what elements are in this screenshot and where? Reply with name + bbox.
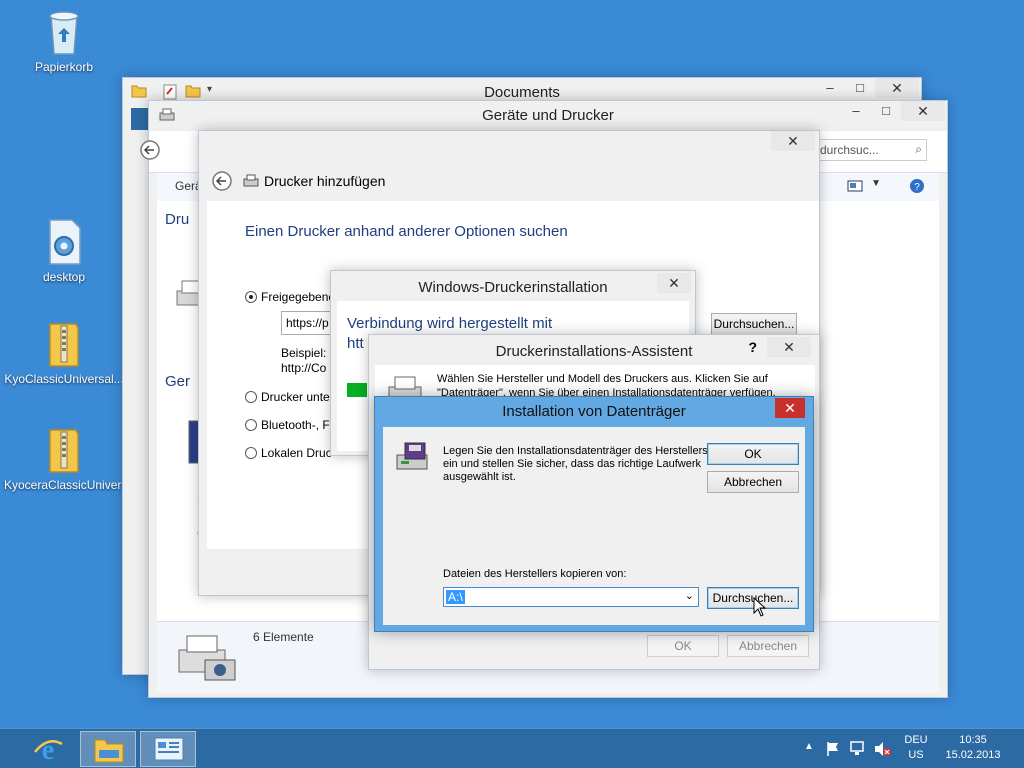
search-icon[interactable]: ⌕ [915,142,922,157]
keyboard-layout: US [908,749,924,761]
desktop-icon-label: Papierkorb [34,60,94,74]
chevron-down-icon[interactable]: ⌄ [685,589,694,602]
example-label: Beispiel: \ [281,346,334,360]
taskbar-control-panel[interactable] [140,731,196,767]
install-from-disk-title: Installation von Datenträger [502,403,686,420]
close-button[interactable]: ✕ [775,398,805,418]
devices-title: Geräte und Drucker [482,107,614,124]
view-dropdown-icon[interactable]: ▼ [871,178,881,189]
progress-bar [347,383,367,397]
file-explorer-icon [94,739,124,763]
taskbar-internet-explorer[interactable]: e [20,731,76,767]
option-label-tcpip[interactable]: Drucker unter [261,390,334,404]
help-button[interactable]: ? [748,339,757,355]
mouse-cursor-icon [753,597,767,617]
radio-bluetooth[interactable] [245,419,257,431]
option-label-local[interactable]: Lokalen Druc [261,446,332,460]
back-arrow-icon[interactable] [139,139,161,161]
wizard-instruction-line1: Wählen Sie Hersteller und Modell des Dru… [437,373,768,385]
radio-tcpip[interactable] [245,391,257,403]
recycle-bin-icon [49,11,79,55]
option-label-bluetooth[interactable]: Bluetooth-, F [261,418,330,432]
connecting-target: htt [347,335,364,352]
disk-instruction-line2: ein und stellen Sie sicher, dass das ric… [443,458,702,470]
network-icon[interactable] [850,741,868,757]
add-printer-heading: Einen Drucker anhand anderer Optionen su… [245,223,568,240]
install-from-disk-body: Legen Sie den Installationsdatenträger d… [383,427,805,625]
disk-cancel-button[interactable]: Abbrechen [707,471,799,493]
browse-button[interactable]: Durchsuchen... [711,313,797,335]
internet-explorer-icon: e [34,735,63,764]
wizard-cancel-button[interactable]: Abbrechen [727,635,809,657]
source-path-combobox[interactable]: A:\ ⌄ [443,587,699,607]
connecting-message: Verbindung wird hergestellt mit [347,315,553,332]
maximize-button[interactable]: □ [871,101,901,121]
disk-drive-icon [396,442,428,470]
control-panel-icon [154,737,184,761]
minimize-button[interactable]: – [841,101,871,121]
taskbar: e ▲ DEU US 10:35 15.02.2013 [0,728,1024,768]
printer-camera-icon [178,635,236,681]
radio-local[interactable] [245,447,257,459]
item-count: 6 Elemente [253,630,314,644]
radio-shared-printer[interactable] [245,291,257,303]
close-button[interactable]: ✕ [875,78,919,98]
back-arrow-icon[interactable] [211,170,233,192]
disk-ok-button[interactable]: OK [707,443,799,465]
wizard-ok-button[interactable]: OK [647,635,719,657]
clock-time: 10:35 [959,734,987,746]
option-label-shared[interactable]: Freigegebene [261,290,335,304]
section-devices[interactable]: Ger [165,373,190,390]
desktop-icon-kyoclassic[interactable]: KyoClassicUniversal... [4,320,124,386]
clock-date: 15.02.2013 [945,749,1001,761]
action-center-flag-icon[interactable] [826,741,840,757]
clock[interactable]: 10:35 15.02.2013 [938,734,1008,761]
show-hidden-icons-icon[interactable]: ▲ [804,741,814,752]
minimize-button[interactable]: – [815,78,845,98]
svg-text:e: e [42,735,54,764]
input-language-indicator[interactable]: DEU US [900,734,932,761]
disk-instruction-line1: Legen Sie den Installationsdatenträger d… [443,445,708,457]
install-from-disk-dialog[interactable]: Installation von Datenträger ✕ Legen Sie… [374,396,814,632]
documents-title: Documents [484,84,560,101]
close-button[interactable]: ✕ [657,273,691,293]
disk-instruction-line3: ausgewählt ist. [443,471,516,483]
close-button[interactable]: ✕ [767,337,811,357]
printer-url-value: https://p [286,316,329,330]
printer-icon [243,174,259,187]
volume-muted-icon[interactable] [874,741,892,757]
devices-titlebar[interactable]: Geräte und Drucker – □ ✕ [149,101,947,131]
desktop-icon-label: KyoClassicUniversal... [4,372,124,386]
settings-file-icon [49,219,81,265]
example-value: http://Co [281,361,327,375]
desktop-icon-recycle-bin[interactable]: Papierkorb [4,8,124,74]
close-button[interactable]: ✕ [771,131,815,151]
section-printers[interactable]: Dru [165,211,189,228]
zip-folder-icon [49,323,79,367]
zip-folder-icon [49,429,79,473]
help-icon[interactable]: ? [909,178,925,194]
view-options-icon[interactable] [847,179,863,193]
desktop-icon-label: desktop [42,270,86,284]
add-printer-title: Drucker hinzufügen [264,173,386,189]
taskbar-file-explorer[interactable] [80,731,136,767]
printer-install-title: Windows-Druckerinstallation [418,279,608,296]
desktop-icon-desktop[interactable]: desktop [4,218,124,284]
desktop-icon-kyocera-classic[interactable]: KyoceraClassicUniver... [4,426,131,492]
close-button[interactable]: ✕ [901,101,945,121]
copy-from-label: Dateien des Herstellers kopieren von: [443,568,627,580]
svg-text:?: ? [914,182,920,193]
source-path-value[interactable]: A:\ [446,590,465,604]
language-code: DEU [904,734,928,746]
maximize-button[interactable]: □ [845,78,875,98]
desktop-icon-label: KyoceraClassicUniver... [4,478,131,492]
